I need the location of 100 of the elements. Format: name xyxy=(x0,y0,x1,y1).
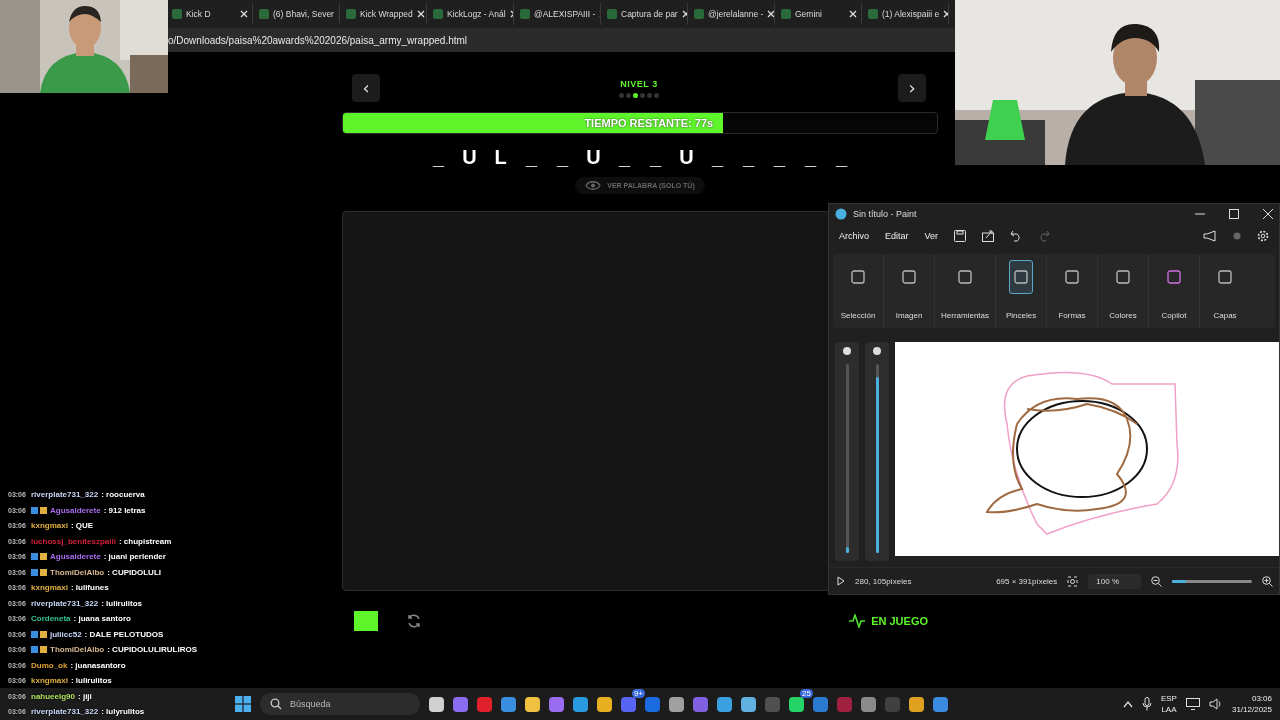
app-icon[interactable] xyxy=(861,696,876,712)
brush-slider[interactable] xyxy=(865,342,889,561)
settings-icon[interactable] xyxy=(1257,230,1269,242)
close-icon[interactable] xyxy=(849,10,857,18)
clock-date[interactable]: 31/12/2025 xyxy=(1231,704,1272,715)
clock-time[interactable]: 03:06 xyxy=(1251,693,1272,704)
chat-message: : lulyrulitos xyxy=(101,707,145,717)
ribbon-tool[interactable]: Colores xyxy=(1098,254,1149,328)
chat-username: riverplate731_322 xyxy=(31,490,99,500)
close-icon[interactable] xyxy=(767,10,774,18)
chat-message: : 912 letras xyxy=(103,505,146,515)
close-icon[interactable] xyxy=(416,10,425,18)
ribbon-tool[interactable]: Imagen xyxy=(884,254,935,328)
previous-button[interactable]: ‹ xyxy=(352,74,380,102)
menu-item[interactable]: Ver xyxy=(924,231,939,241)
ribbon-tool[interactable]: Pinceles xyxy=(996,254,1047,328)
refresh-icon[interactable] xyxy=(406,613,422,629)
chat-message: : CUPIDOLULI xyxy=(107,567,161,577)
app-icon[interactable] xyxy=(669,696,684,712)
browser-tab[interactable]: Kick Wrapped xyxy=(342,3,427,25)
zoom-in-icon[interactable] xyxy=(1262,575,1273,587)
word-letter: _ xyxy=(431,146,446,169)
save-icon[interactable] xyxy=(954,230,967,242)
app-icon[interactable] xyxy=(741,696,756,712)
maximize-icon[interactable] xyxy=(1229,209,1239,219)
share-icon[interactable] xyxy=(982,230,995,242)
ribbon-tool[interactable]: Selección xyxy=(833,254,884,328)
ribbon-tool[interactable]: Capas xyxy=(1200,254,1250,328)
color-swatch[interactable] xyxy=(354,611,378,631)
menu-item[interactable]: Editar xyxy=(885,231,909,241)
app-icon[interactable] xyxy=(933,696,948,712)
timer-label: TIEMPO RESTANTE: 77s xyxy=(584,117,715,129)
speaker-icon[interactable] xyxy=(1208,698,1223,710)
chat-username: Agusalderete xyxy=(50,505,101,515)
notification-badge: 9+ xyxy=(631,688,645,698)
address-bar[interactable]: o/Downloads/paisa%20awards%202026/paisa_army_wrapped.html xyxy=(168,34,468,46)
chat-message: : roocuerva xyxy=(101,490,145,500)
activity-icon xyxy=(849,614,866,628)
game-status: EN JUEGO xyxy=(871,615,928,627)
app-icon[interactable] xyxy=(501,696,516,712)
browser-tab[interactable]: KickLogz - Anál xyxy=(429,3,514,25)
browser-tab[interactable]: Gemini xyxy=(777,3,862,25)
next-button[interactable]: › xyxy=(898,74,926,102)
ribbon-tool[interactable]: Herramientas xyxy=(935,254,996,328)
browser-tab[interactable]: @ALEXISPAIII - xyxy=(516,3,601,25)
paint-canvas[interactable] xyxy=(895,342,1279,556)
tool-icon xyxy=(1166,269,1182,285)
chat-message: : juani perlender xyxy=(103,552,166,562)
window-title: Sin título - Paint xyxy=(853,209,917,219)
redo-icon[interactable] xyxy=(1038,230,1051,242)
word-letter: _ xyxy=(741,146,756,169)
brush-slider[interactable] xyxy=(835,342,859,561)
zoom-dropdown[interactable]: 100 % xyxy=(1088,573,1141,589)
word-letter: _ xyxy=(617,146,632,169)
word-letter: _ xyxy=(555,146,570,169)
brush-icon xyxy=(872,346,882,356)
search-field[interactable]: Búsqueda xyxy=(260,693,420,715)
megaphone-icon[interactable] xyxy=(1203,230,1217,242)
undo-icon[interactable] xyxy=(1010,230,1023,242)
close-icon[interactable] xyxy=(681,10,687,18)
search-icon xyxy=(270,698,282,710)
tool-icon xyxy=(1115,269,1131,285)
close-icon[interactable] xyxy=(240,10,248,18)
browser-tab[interactable]: Captura de par xyxy=(603,3,688,25)
chat-username: juliicc52 xyxy=(50,629,82,639)
browser-tab[interactable]: @jerelalanne - xyxy=(690,3,775,25)
word-letter: _ xyxy=(834,146,849,169)
chat-username: kxngmaxi xyxy=(31,676,68,686)
microphone-icon[interactable] xyxy=(1141,697,1152,711)
zoom-slider[interactable] xyxy=(1172,579,1252,583)
app-icon[interactable] xyxy=(453,696,468,712)
chat-message: : QUE xyxy=(70,521,94,531)
eye-icon xyxy=(585,180,602,191)
chat-username: luchossj_beniteszpaiii xyxy=(31,536,116,546)
browser-tab[interactable]: (1) Alexispaiii e xyxy=(864,3,949,25)
chat-message: : juana santoro xyxy=(73,614,131,624)
ribbon-tool[interactable]: Formas xyxy=(1047,254,1098,328)
language-label[interactable]: ESP xyxy=(1160,693,1177,704)
tool-icon xyxy=(1217,269,1233,285)
level-label: NIVEL 3 xyxy=(620,78,658,89)
app-icon[interactable] xyxy=(909,696,924,712)
menu-item[interactable]: Archivo xyxy=(839,231,869,241)
keyboard-layout-label[interactable]: LAA xyxy=(1161,704,1177,715)
app-icon[interactable] xyxy=(429,696,444,712)
start-icon[interactable] xyxy=(235,696,251,712)
fit-icon[interactable] xyxy=(1067,575,1079,587)
browser-tab[interactable]: (6) Bhavi, Sever xyxy=(255,3,340,25)
app-icon[interactable] xyxy=(717,696,732,712)
ribbon-tool[interactable]: Copilot xyxy=(1149,254,1200,328)
app-icon[interactable] xyxy=(549,696,564,712)
chat-message: : juanasantoro xyxy=(70,660,126,670)
close-icon[interactable] xyxy=(1263,209,1273,219)
app-icon[interactable] xyxy=(573,696,588,712)
zoom-out-icon[interactable] xyxy=(1151,575,1162,587)
app-icon[interactable] xyxy=(789,696,804,712)
chevron-up-icon[interactable] xyxy=(1122,700,1133,708)
app-icon[interactable] xyxy=(597,696,612,712)
word-letter: _ xyxy=(710,146,725,169)
chat-username: Agusalderete xyxy=(50,552,101,562)
app-icon[interactable] xyxy=(525,696,540,712)
